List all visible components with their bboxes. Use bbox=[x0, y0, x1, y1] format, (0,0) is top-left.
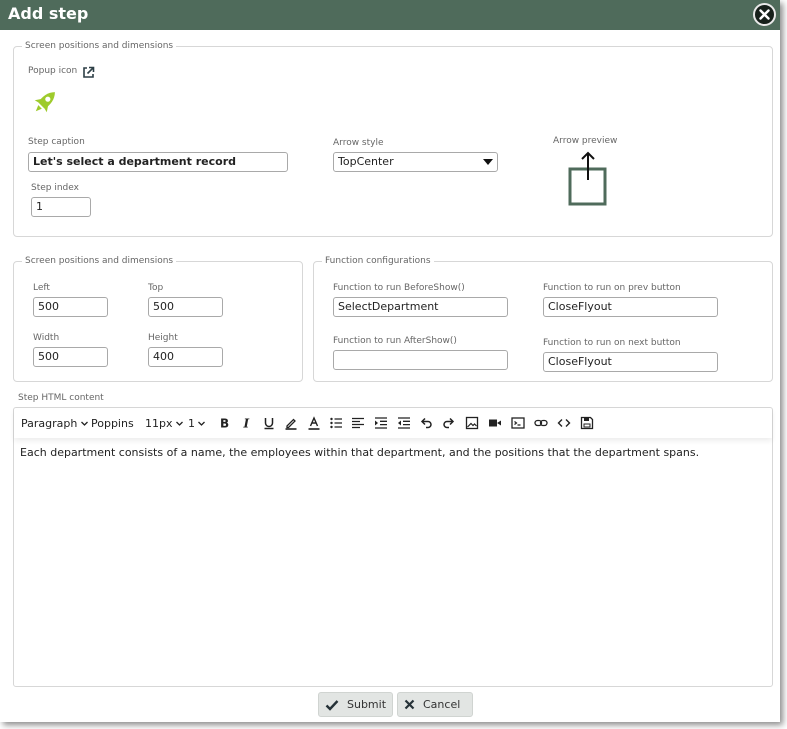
editor-toolbar: Paragraph Poppins 11px 1 B I bbox=[14, 408, 772, 438]
dialog-titlebar: Add step bbox=[0, 0, 780, 30]
left-label: Left bbox=[33, 283, 50, 293]
arrow-preview-icon bbox=[566, 150, 610, 212]
check-icon bbox=[325, 699, 339, 711]
outdent-icon[interactable] bbox=[397, 414, 411, 432]
popup-icon-label: Popup icon bbox=[28, 66, 78, 76]
submit-label: Submit bbox=[347, 698, 387, 711]
source-code-icon[interactable] bbox=[557, 414, 571, 432]
align-left-icon[interactable] bbox=[351, 414, 365, 432]
svg-text:I: I bbox=[243, 417, 250, 431]
undo-icon[interactable] bbox=[419, 414, 433, 432]
line-height-dropdown[interactable]: 1 bbox=[188, 414, 206, 432]
line-height-value: 1 bbox=[188, 416, 195, 430]
cancel-button[interactable]: Cancel bbox=[397, 692, 473, 717]
step-index-input[interactable]: 1 bbox=[31, 197, 91, 217]
close-icon bbox=[759, 5, 770, 24]
submit-button[interactable]: Submit bbox=[318, 692, 393, 717]
top-input[interactable]: 500 bbox=[148, 297, 223, 317]
chevron-down-icon bbox=[175, 421, 183, 426]
close-icon bbox=[404, 699, 415, 710]
step-settings-group: Screen positions and dimensions bbox=[13, 41, 773, 237]
after-show-input[interactable] bbox=[333, 350, 508, 370]
width-input[interactable]: 500 bbox=[33, 347, 108, 367]
image-icon[interactable] bbox=[465, 414, 479, 432]
after-show-label: Function to run AfterShow() bbox=[333, 336, 457, 346]
next-button-function-input[interactable]: CloseFlyout bbox=[543, 352, 718, 372]
next-button-function-label: Function to run on next button bbox=[543, 338, 681, 348]
dialog-title: Add step bbox=[8, 4, 89, 23]
chevron-down-icon bbox=[81, 421, 89, 426]
function-config-legend: Function configurations bbox=[325, 256, 431, 266]
block-format-value: Paragraph bbox=[21, 416, 78, 430]
bullet-list-icon[interactable] bbox=[329, 414, 343, 432]
chevron-down-icon bbox=[198, 421, 205, 426]
rocket-icon[interactable] bbox=[30, 87, 60, 121]
font-size-dropdown[interactable]: 11px bbox=[145, 414, 184, 432]
position-legend: Screen positions and dimensions bbox=[25, 256, 174, 266]
prev-button-function-label: Function to run on prev button bbox=[543, 283, 681, 293]
close-button[interactable] bbox=[753, 3, 776, 26]
width-label: Width bbox=[33, 333, 60, 343]
add-step-dialog: Add step Screen positions and dimensions… bbox=[0, 0, 780, 722]
highlight-icon[interactable] bbox=[284, 414, 298, 432]
underline-icon[interactable] bbox=[262, 414, 276, 432]
indent-icon[interactable] bbox=[374, 414, 388, 432]
video-icon[interactable] bbox=[488, 414, 502, 432]
font-size-value: 11px bbox=[145, 416, 173, 430]
svg-text:B: B bbox=[220, 417, 229, 431]
cancel-label: Cancel bbox=[423, 698, 461, 711]
link-icon[interactable] bbox=[534, 414, 548, 432]
font-family-value: Poppins bbox=[91, 416, 134, 430]
chevron-down-icon bbox=[483, 159, 493, 165]
left-input[interactable]: 500 bbox=[33, 297, 108, 317]
arrow-style-select[interactable]: TopCenter bbox=[333, 152, 498, 172]
bold-icon[interactable]: B bbox=[217, 414, 231, 432]
step-index-label: Step index bbox=[31, 183, 79, 193]
arrow-style-label: Arrow style bbox=[333, 138, 384, 148]
block-format-dropdown[interactable]: Paragraph bbox=[21, 414, 89, 432]
italic-icon[interactable]: I bbox=[240, 414, 254, 432]
font-color-icon[interactable] bbox=[307, 414, 321, 432]
html-content-label: Step HTML content bbox=[18, 393, 104, 403]
html-editor: Paragraph Poppins 11px 1 B I Each depart… bbox=[13, 407, 773, 687]
height-input[interactable]: 400 bbox=[148, 347, 223, 367]
redo-icon[interactable] bbox=[442, 414, 456, 432]
top-label: Top bbox=[148, 283, 164, 293]
font-family-dropdown[interactable]: Poppins bbox=[91, 414, 134, 432]
external-link-icon[interactable] bbox=[82, 64, 95, 83]
arrow-preview-label: Arrow preview bbox=[553, 136, 618, 146]
before-show-label: Function to run BeforeShow() bbox=[333, 283, 465, 293]
height-label: Height bbox=[148, 333, 178, 343]
save-icon[interactable] bbox=[580, 414, 594, 432]
step-caption-label: Step caption bbox=[28, 137, 85, 147]
before-show-input[interactable]: SelectDepartment bbox=[333, 297, 508, 317]
editor-content[interactable]: Each department consists of a name, the … bbox=[20, 446, 699, 459]
arrow-style-value: TopCenter bbox=[338, 155, 394, 168]
code-view-icon[interactable] bbox=[511, 414, 525, 432]
step-caption-input[interactable]: Let's select a department record bbox=[28, 152, 288, 172]
prev-button-function-input[interactable]: CloseFlyout bbox=[543, 297, 718, 317]
step-settings-legend: Screen positions and dimensions bbox=[25, 41, 174, 51]
